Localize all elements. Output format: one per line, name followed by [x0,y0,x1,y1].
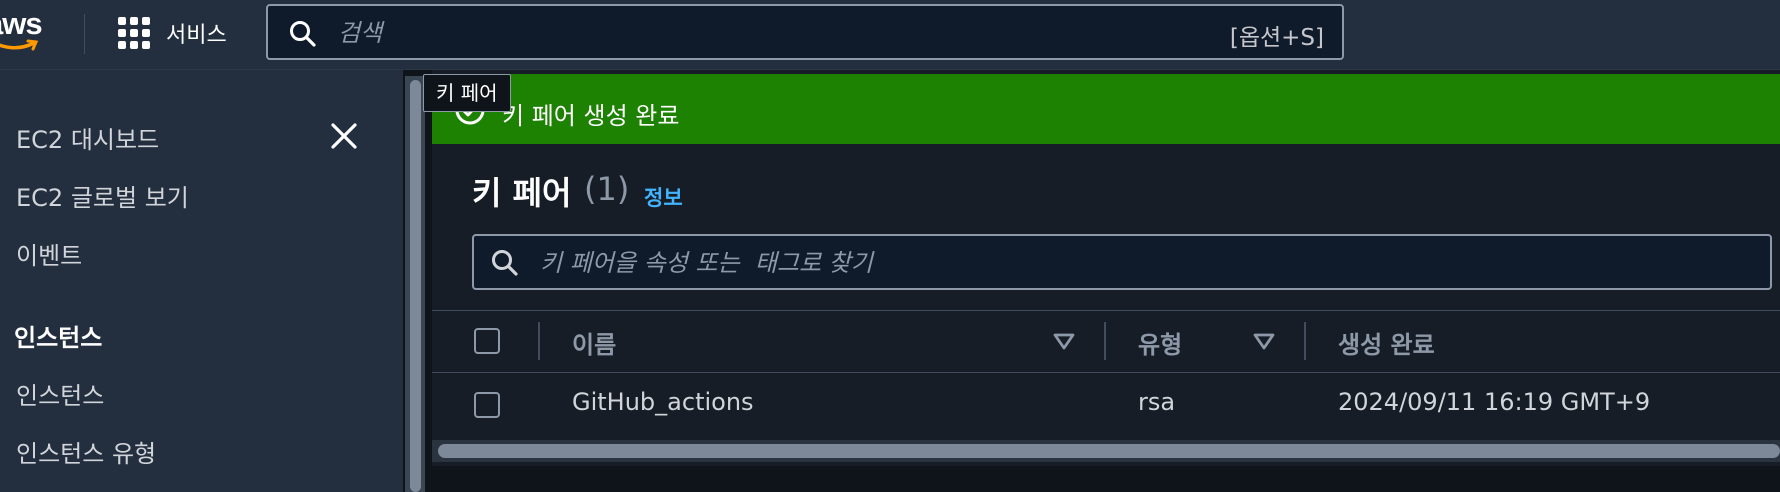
table-horizontal-scrollbar[interactable] [432,440,1780,462]
column-separator [1104,322,1106,360]
search-icon [492,250,518,276]
aws-smile-icon [0,39,39,51]
cell-key-pair-type: rsa [1138,388,1176,416]
flash-message: 키 페어 생성 완료 [502,102,680,130]
table-top-divider [432,310,1780,311]
sidebar-item-ec2-dashboard[interactable]: EC2 대시보드 [16,120,159,155]
column-separator [538,322,540,360]
global-search-bar[interactable]: [옵션+S] [266,4,1344,60]
aws-logo-text: aws [0,6,43,41]
apps-grid-icon [118,17,150,49]
sidebar-item-instances[interactable]: 인스턴스 [16,376,104,411]
key-pair-filter-input[interactable] [538,244,1542,282]
top-navigation: aws 서비스 [옵션+S] [0,0,1780,70]
services-label: 서비스 [166,23,227,48]
column-header-name[interactable]: 이름 [572,325,616,360]
nav-divider [84,14,85,54]
sort-down-icon[interactable] [1052,332,1076,352]
page-title: 키 페어 [472,174,572,212]
cell-key-pair-name[interactable]: GitHub_actions [572,388,754,416]
table-header-divider [432,372,1780,373]
sidebar-scrollbar[interactable] [405,76,425,492]
services-menu-button[interactable]: 서비스 [118,13,227,53]
sidebar-item-events[interactable]: 이벤트 [16,236,82,271]
search-shortcut-hint: [옵션+S] [1229,25,1324,51]
page-bottom-area [432,466,1780,492]
aws-logo[interactable]: aws [0,6,56,56]
info-link[interactable]: 정보 [644,182,683,212]
sidebar-item-ec2-global-view[interactable]: EC2 글로벌 보기 [16,178,189,213]
sidebar-item-instance-types[interactable]: 인스턴스 유형 [16,434,156,469]
global-search-input[interactable] [336,14,1140,52]
main-content: 키 페어 생성 완료 키 페어 (1) 정보 이름 유형 생성 완료 GitHu… [432,70,1780,492]
success-flash-banner: 키 페어 생성 완료 [432,74,1780,144]
select-all-checkbox[interactable] [474,328,500,354]
sort-down-icon[interactable] [1252,332,1276,352]
search-icon [290,21,316,47]
sidebar-scrollbar-thumb[interactable] [410,80,421,492]
horizontal-scrollbar-thumb[interactable] [438,444,1780,458]
cell-created-time: 2024/09/11 16:19 GMT+9 [1338,388,1651,416]
key-pair-filter[interactable] [472,234,1772,290]
column-header-type[interactable]: 유형 [1138,325,1182,360]
sidebar-section-instances[interactable]: 인스턴스 [14,318,102,353]
close-icon[interactable] [328,120,360,152]
column-separator [1304,322,1306,360]
sidebar: EC2 대시보드 EC2 글로벌 보기 이벤트 인스턴스 인스턴스 인스턴스 유… [0,70,403,492]
tooltip: 키 페어 [423,74,511,112]
column-header-created[interactable]: 생성 완료 [1338,325,1435,360]
row-checkbox[interactable] [474,392,500,418]
item-count: (1) [584,170,630,208]
